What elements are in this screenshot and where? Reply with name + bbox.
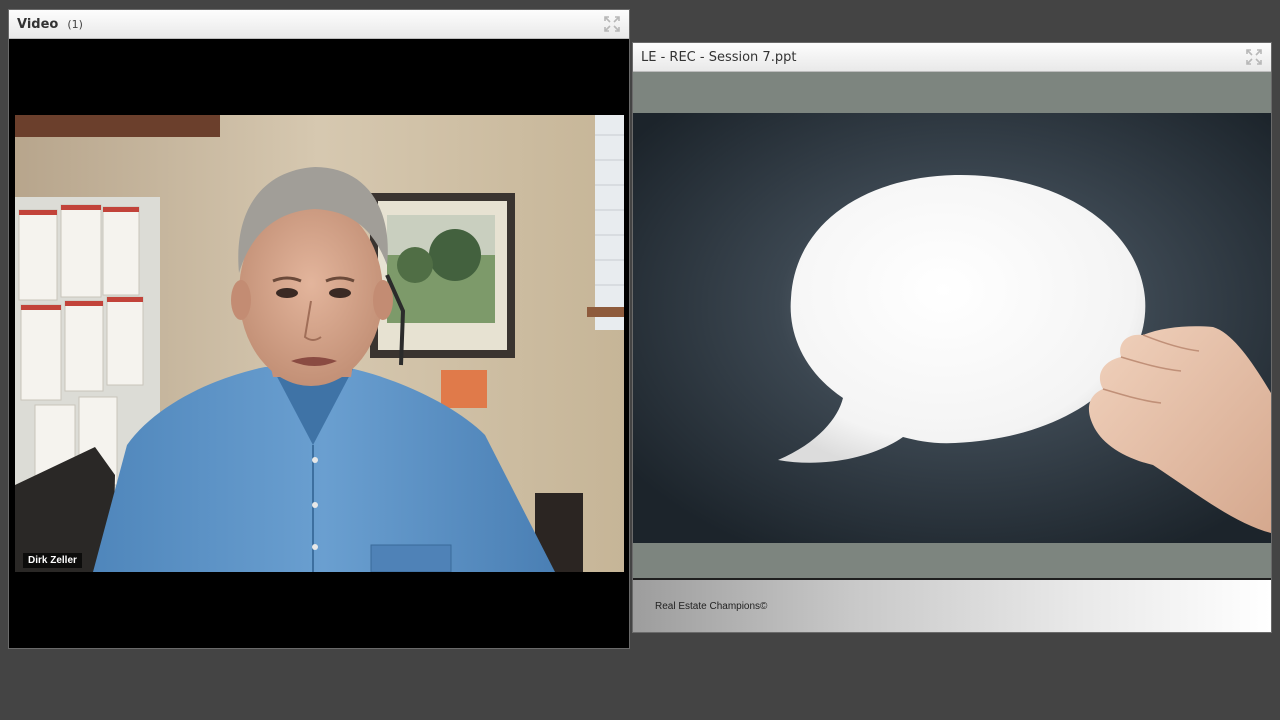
slide-footer: Real Estate Champions© (633, 578, 1271, 632)
video-pod: Video (1) Dirk Zeller (8, 9, 630, 649)
expand-icon[interactable] (1245, 48, 1263, 66)
share-pod-body: Real Estate Champions© (633, 72, 1271, 632)
share-pod-title: LE - REC - Session 7.ppt (641, 49, 797, 65)
video-pod-body: Dirk Zeller (9, 39, 629, 648)
webcam-image (15, 115, 624, 572)
slide-footer-text: Real Estate Champions© (655, 600, 768, 612)
participant-count: (1) (67, 17, 83, 31)
presentation-slide (633, 113, 1271, 593)
video-pod-header: Video (1) (9, 10, 629, 39)
participant-name-tag: Dirk Zeller (23, 553, 82, 568)
speech-bubble-image (633, 113, 1271, 543)
share-pod-header: LE - REC - Session 7.ppt (633, 43, 1271, 72)
video-pod-title: Video (17, 16, 59, 32)
expand-icon[interactable] (603, 15, 621, 33)
webcam-feed: Dirk Zeller (15, 115, 624, 572)
share-pod: LE - REC - Session 7.ppt Real Estate Cha… (632, 42, 1272, 633)
